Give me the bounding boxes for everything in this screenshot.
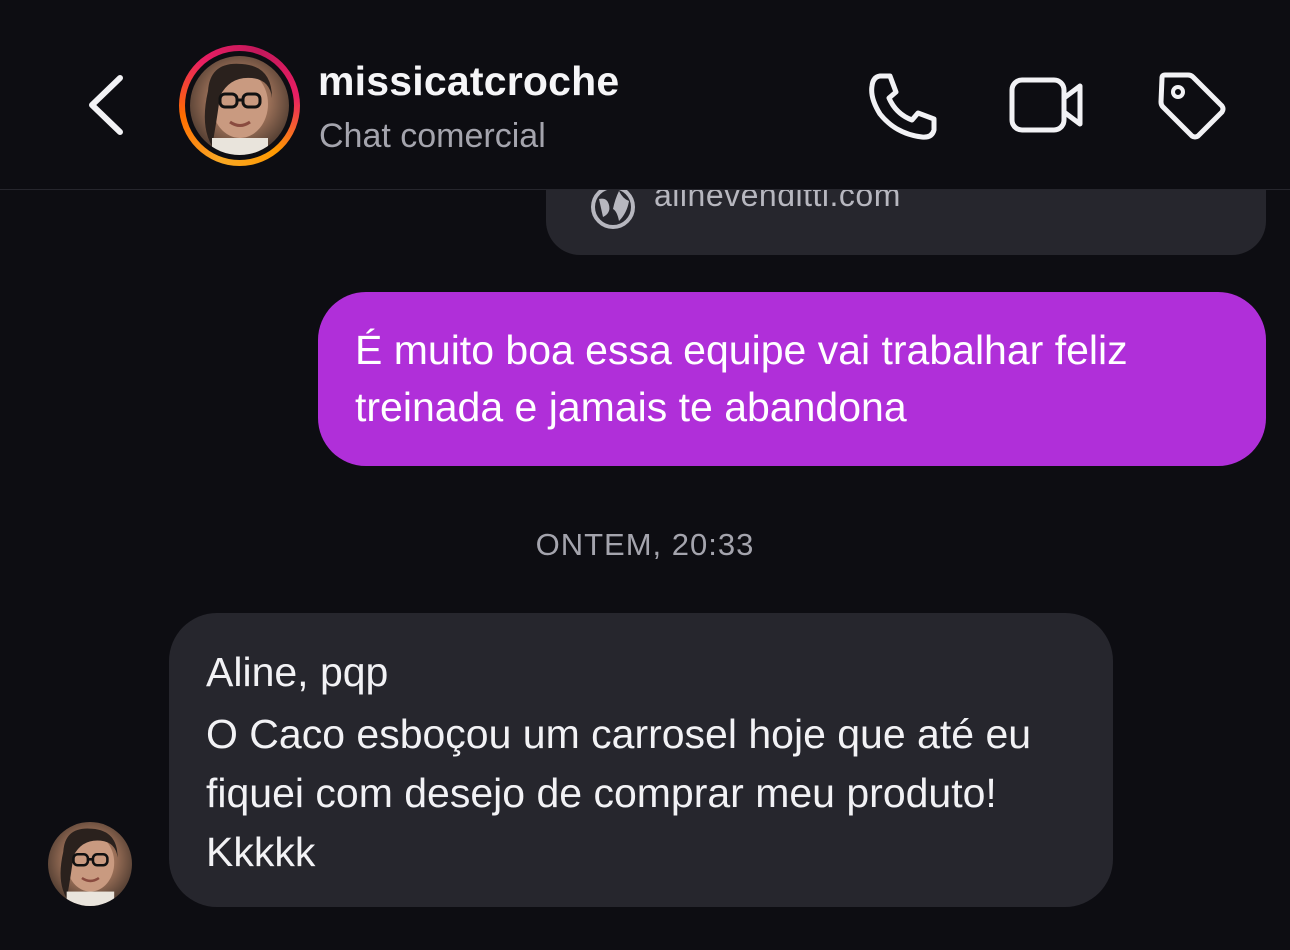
- tag-icon[interactable]: [1156, 70, 1228, 142]
- incoming-message-line: O Caco esboçou um carrosel hoje que até …: [206, 711, 1032, 875]
- chat-type-label: Chat comercial: [319, 117, 546, 155]
- globe-icon: [591, 189, 635, 229]
- message-list[interactable]: alinevenditti.com É muito boa essa equip…: [0, 189, 1290, 950]
- link-preview-card[interactable]: alinevenditti.com: [546, 189, 1266, 255]
- contact-name[interactable]: missicatcroche: [318, 58, 619, 105]
- message-timestamp: ONTEM, 20:33: [535, 527, 755, 562]
- chevron-left-icon[interactable]: [82, 70, 132, 140]
- sender-avatar[interactable]: [48, 822, 132, 906]
- link-url[interactable]: alinevenditti.com: [654, 189, 901, 214]
- video-camera-icon[interactable]: [1008, 74, 1086, 136]
- profile-photo: [190, 56, 289, 155]
- outgoing-message[interactable]: É muito boa essa equipe vai trabalhar fe…: [318, 292, 1266, 466]
- incoming-message-line: Aline, pqp: [206, 649, 389, 695]
- profile-photo: [48, 822, 132, 906]
- chat-header: missicatcroche Chat comercial: [0, 0, 1290, 190]
- avatar[interactable]: [179, 45, 300, 166]
- phone-icon[interactable]: [866, 70, 940, 142]
- incoming-message[interactable]: Aline, pqp O Caco esboçou um carrosel ho…: [169, 613, 1113, 907]
